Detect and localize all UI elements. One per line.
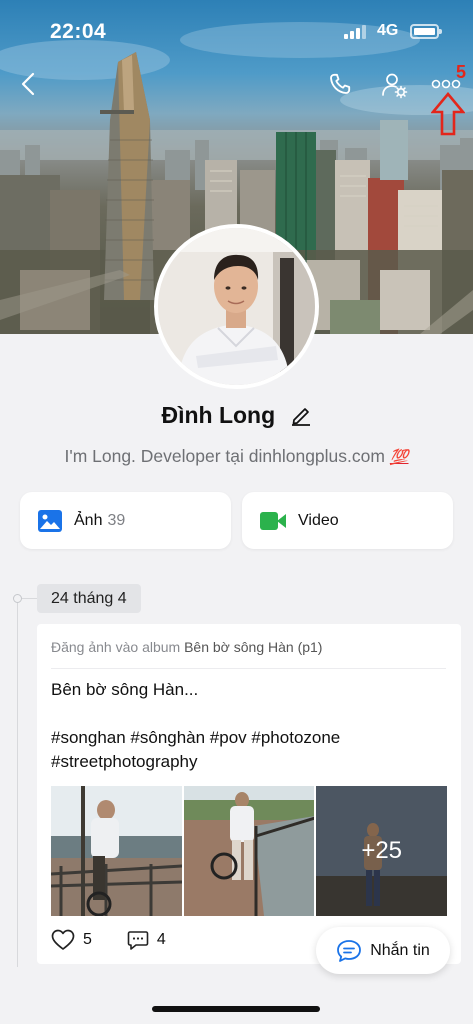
status-time: 22:04 bbox=[50, 20, 107, 43]
post-text: Bên bờ sông Hàn... #songhan #sônghàn #po… bbox=[51, 678, 451, 774]
post-photo-1[interactable] bbox=[51, 786, 182, 916]
annotation-number: 5 bbox=[456, 62, 467, 82]
video-label: Video bbox=[298, 511, 339, 529]
video-camera-icon bbox=[260, 511, 286, 531]
photo-icon bbox=[38, 509, 62, 532]
status-bar: 22:04 4G bbox=[0, 0, 473, 62]
comment-count: 4 bbox=[156, 931, 166, 948]
post-meta-prefix: Đăng ảnh vào album bbox=[51, 639, 181, 655]
comment-icon bbox=[127, 931, 149, 950]
like-button[interactable]: 5 bbox=[51, 929, 92, 951]
timeline-connector bbox=[22, 598, 37, 599]
chat-bubble-icon bbox=[336, 939, 362, 963]
message-button-label: Nhắn tin bbox=[370, 941, 430, 959]
message-button[interactable]: Nhắn tin bbox=[316, 927, 450, 974]
post-meta: Đăng ảnh vào album Bên bờ sông Hàn (p1) bbox=[51, 639, 322, 655]
post-album-link[interactable]: Bên bờ sông Hàn (p1) bbox=[184, 639, 322, 655]
post-photo-grid: +25 bbox=[51, 786, 448, 916]
back-button[interactable] bbox=[14, 70, 42, 98]
comment-button[interactable]: 4 bbox=[127, 929, 166, 951]
heart-icon bbox=[51, 929, 75, 950]
post-hashtags-2: #streetphotography bbox=[51, 752, 198, 771]
timeline-post[interactable]: Đăng ảnh vào album Bên bờ sông Hàn (p1) … bbox=[37, 624, 461, 964]
photos-count: 39 bbox=[107, 511, 126, 529]
cellular-signal-icon bbox=[344, 25, 366, 39]
timeline-line bbox=[17, 599, 18, 967]
post-reactions: 5 4 bbox=[51, 929, 166, 951]
profile-bio: I'm Long. Developer tại dinhlongplus.com… bbox=[0, 446, 473, 467]
edit-name-button[interactable] bbox=[290, 404, 312, 432]
annotation-arrow-up-icon bbox=[431, 92, 465, 136]
post-hashtags: #songhan #sônghàn #pov #photozone bbox=[51, 728, 341, 747]
divider bbox=[51, 668, 446, 669]
timeline-dot bbox=[13, 594, 22, 603]
post-photo-2[interactable] bbox=[183, 786, 315, 916]
call-button[interactable] bbox=[326, 70, 354, 98]
phone-icon bbox=[330, 73, 351, 94]
profile-name-row: Đình Long bbox=[0, 402, 473, 432]
profile-avatar[interactable] bbox=[154, 224, 319, 389]
user-settings-icon bbox=[382, 73, 408, 99]
video-button[interactable]: Video bbox=[242, 492, 453, 549]
pencil-icon bbox=[291, 408, 310, 426]
more-photos-count: +25 bbox=[316, 786, 448, 916]
post-photo-3[interactable]: +25 bbox=[316, 786, 448, 916]
hundred-points-emoji: 💯 bbox=[389, 449, 409, 466]
timeline-date: 24 tháng 4 bbox=[37, 584, 141, 613]
post-caption: Bên bờ sông Hàn... bbox=[51, 680, 199, 699]
profile-settings-button[interactable] bbox=[379, 70, 409, 100]
photos-label: Ảnh bbox=[74, 511, 103, 529]
profile-name: Đình Long bbox=[161, 402, 276, 428]
network-type: 4G bbox=[377, 22, 399, 39]
photos-button[interactable]: Ảnh 39 bbox=[20, 492, 231, 549]
like-count: 5 bbox=[83, 931, 92, 948]
bio-text: I'm Long. Developer tại dinhlongplus.com bbox=[64, 446, 385, 466]
avatar-image bbox=[158, 228, 315, 385]
chevron-left-icon bbox=[21, 72, 35, 96]
battery-icon bbox=[410, 24, 442, 39]
home-indicator[interactable] bbox=[152, 1006, 320, 1012]
